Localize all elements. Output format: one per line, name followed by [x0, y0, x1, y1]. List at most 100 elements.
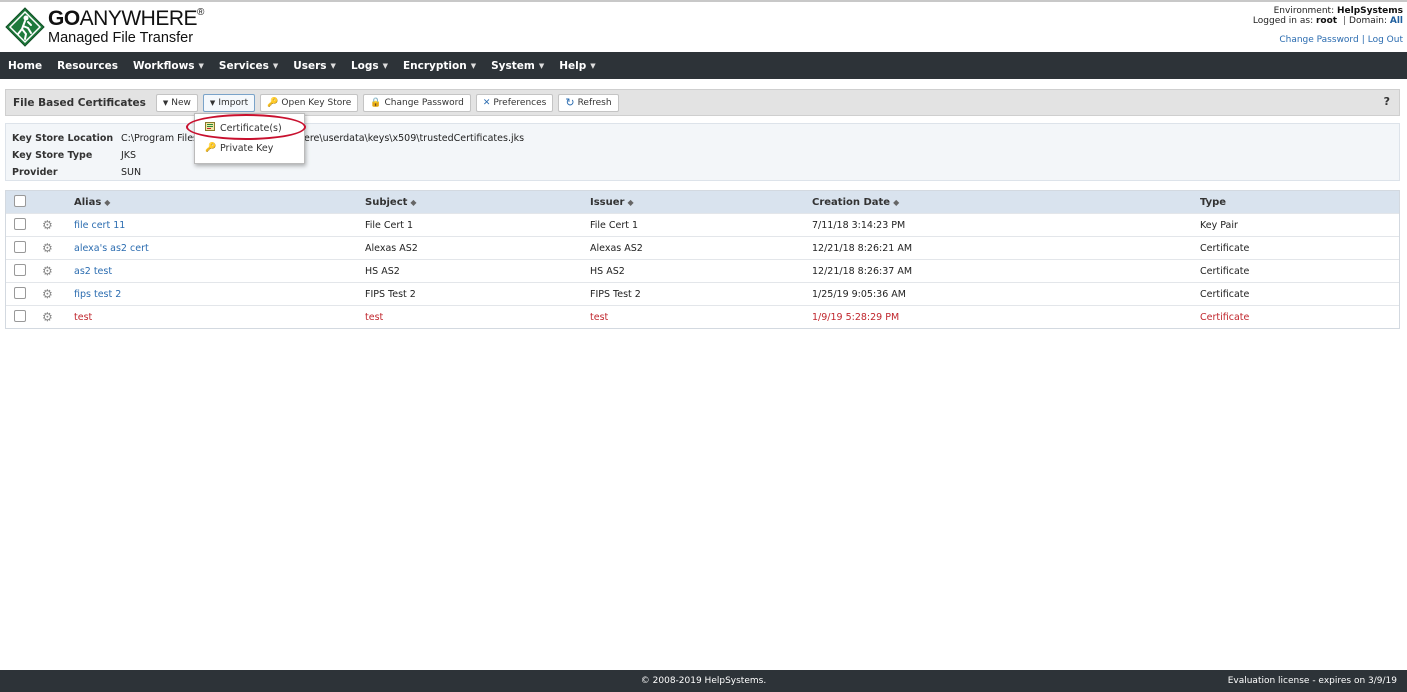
main-nav: Home Resources Workflows ▼ Services ▼ User…: [0, 52, 1407, 79]
session-info: Environment: HelpSystems Logged in as: r…: [1252, 6, 1403, 45]
column-alias[interactable]: Alias ◆: [74, 197, 365, 208]
gear-icon[interactable]: ⚙: [42, 287, 74, 301]
date-cell: 1/9/19 5:28:29 PM: [812, 311, 900, 323]
column-subject[interactable]: Subject ◆: [365, 197, 590, 208]
provider-value: SUN: [121, 167, 142, 178]
chevron-down-icon: ▼: [470, 61, 477, 70]
logout-link[interactable]: Log Out: [1368, 35, 1403, 45]
table-row: ⚙ alexa's as2 cert Alexas AS2 Alexas AS2…: [6, 236, 1399, 259]
open-key-store-button[interactable]: 🔑 Open Key Store: [260, 93, 359, 112]
table-row: ⚙ file cert 11 File Cert 1 File Cert 1 7…: [6, 213, 1399, 236]
key-icon: 🔑: [205, 143, 217, 153]
nav-home[interactable]: Home: [8, 60, 42, 72]
sort-icon: ◆: [893, 197, 900, 207]
table-header: Alias ◆ Subject ◆ Issuer ◆ Creation Date ◆ T…: [6, 191, 1399, 213]
subject-cell: test: [365, 311, 384, 323]
column-creation-date[interactable]: Creation Date ◆: [812, 197, 1200, 208]
logo-diamond-icon: [5, 7, 45, 47]
row-checkbox[interactable]: [14, 263, 26, 276]
chevron-down-icon: ▼: [538, 61, 545, 70]
type-cell: Certificate: [1200, 265, 1250, 277]
nav-users[interactable]: Users ▼: [293, 60, 336, 72]
issuer-cell: File Cert 1: [590, 219, 639, 231]
import-button[interactable]: ▼ Import: [202, 93, 256, 112]
chevron-down-icon: ▼: [382, 61, 388, 70]
certificates-table: Alias ◆ Subject ◆ Issuer ◆ Creation Date ◆ T…: [5, 190, 1400, 329]
nav-workflows[interactable]: Workflows ▼: [133, 60, 204, 72]
gear-icon[interactable]: ⚙: [42, 218, 74, 232]
column-issuer[interactable]: Issuer ◆: [590, 197, 812, 208]
alias-link[interactable]: as2 test: [74, 266, 112, 277]
alias-link[interactable]: fips test 2: [74, 289, 121, 300]
preferences-button[interactable]: ✕ Preferences: [475, 93, 554, 112]
keystore-location-label: Key Store Location: [12, 133, 114, 144]
table-row: ⚙ as2 test HS AS2 HS AS2 12/21/18 8:26:3…: [6, 259, 1399, 282]
copyright: © 2008-2019 HelpSystems.: [640, 676, 767, 686]
issuer-cell: HS AS2: [590, 265, 625, 277]
select-all-checkbox[interactable]: [14, 194, 26, 207]
gear-icon[interactable]: ⚙: [42, 241, 74, 255]
caret-down-icon: ▼: [162, 98, 169, 107]
nav-encryption[interactable]: Encryption ▼: [403, 60, 476, 72]
logo-tagline: Managed File Transfer: [48, 30, 194, 47]
license-status: Evaluation license - expires on 3/9/19: [1227, 676, 1397, 686]
key-icon: 🔑: [267, 97, 279, 108]
type-cell: Certificate: [1200, 288, 1250, 300]
menu-item-private-key[interactable]: 🔑 Private Key: [195, 138, 304, 158]
tools-icon: ✕: [482, 97, 491, 108]
issuer-cell: Alexas AS2: [590, 242, 643, 254]
lock-icon: 🔒: [370, 97, 382, 108]
sort-icon: ◆: [104, 197, 111, 207]
subject-cell: File Cert 1: [365, 219, 414, 231]
date-cell: 7/11/18 3:14:23 PM: [812, 219, 906, 231]
sort-icon: ◆: [627, 197, 634, 207]
table-row: ⚙ fips test 2 FIPS Test 2 FIPS Test 2 1/…: [6, 282, 1399, 305]
logo-wordmark: GOANYWHERE®: [48, 7, 204, 31]
type-cell: Certificate: [1200, 242, 1250, 254]
nav-system[interactable]: System ▼: [491, 60, 544, 72]
import-dropdown-menu: Certificate(s) 🔑 Private Key: [194, 113, 305, 164]
page-title: File Based Certificates: [13, 96, 146, 109]
alias-link[interactable]: test: [74, 312, 92, 323]
row-checkbox[interactable]: [14, 286, 26, 299]
alias-link[interactable]: alexa's as2 cert: [74, 243, 149, 254]
refresh-icon: ↻: [565, 96, 575, 109]
subject-cell: FIPS Test 2: [365, 288, 416, 300]
row-checkbox[interactable]: [14, 217, 26, 230]
change-password-link[interactable]: Change Password: [1279, 35, 1358, 45]
chevron-down-icon: ▼: [590, 61, 596, 70]
goanywhere-logo[interactable]: GOANYWHERE® Managed File Transfer: [5, 4, 204, 50]
header: GOANYWHERE® Managed File Transfer Enviro…: [0, 2, 1407, 52]
table-row-error: ⚙ test test test 1/9/19 5:28:29 PM Certi…: [6, 305, 1399, 328]
certificate-icon: [205, 122, 215, 134]
chevron-down-icon: ▼: [330, 61, 336, 70]
subject-cell: Alexas AS2: [365, 242, 418, 254]
nav-help[interactable]: Help ▼: [559, 60, 595, 72]
nav-resources[interactable]: Resources: [57, 60, 118, 72]
type-cell: Certificate: [1200, 311, 1250, 323]
new-button[interactable]: ▼ New: [155, 93, 198, 112]
issuer-cell: test: [590, 311, 609, 323]
row-checkbox[interactable]: [14, 309, 26, 322]
date-cell: 12/21/18 8:26:37 AM: [812, 265, 913, 277]
row-checkbox[interactable]: [14, 240, 26, 253]
domain-value: All: [1389, 16, 1403, 26]
column-type: Type: [1200, 196, 1227, 208]
date-cell: 1/25/19 9:05:36 AM: [812, 288, 906, 300]
nav-services[interactable]: Services ▼: [219, 60, 278, 72]
gear-icon[interactable]: ⚙: [42, 310, 74, 324]
certificates-toolbar: File Based Certificates ▼ New ▼ Import 🔑 Op…: [5, 89, 1400, 116]
help-button[interactable]: ?: [1384, 95, 1390, 108]
keystore-type-label: Key Store Type: [12, 150, 93, 161]
footer: © 2008-2019 HelpSystems. Evaluation lice…: [0, 670, 1407, 692]
gear-icon[interactable]: ⚙: [42, 264, 74, 278]
chevron-down-icon: ▼: [272, 61, 279, 70]
sort-icon: ◆: [410, 197, 417, 207]
nav-logs[interactable]: Logs ▼: [351, 60, 388, 72]
alias-link[interactable]: file cert 11: [74, 220, 125, 231]
environment-value: HelpSystems: [1336, 6, 1403, 16]
menu-item-certificates[interactable]: Certificate(s): [195, 118, 304, 138]
type-cell: Key Pair: [1200, 219, 1238, 231]
change-password-button[interactable]: 🔒 Change Password: [363, 93, 471, 112]
refresh-button[interactable]: ↻ Refresh: [558, 93, 619, 112]
